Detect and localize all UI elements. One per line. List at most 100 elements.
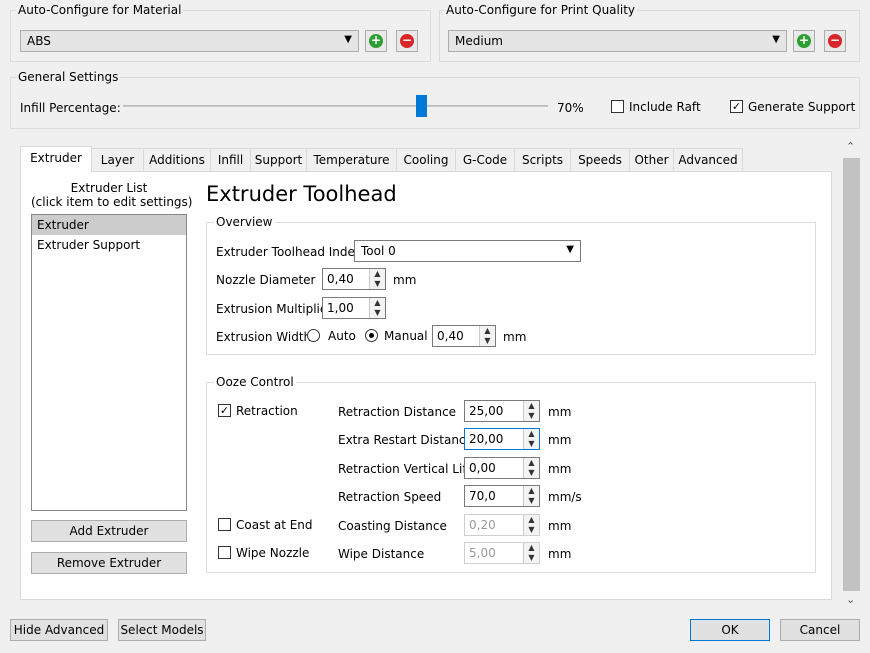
retraction-vertical-lift-unit: mm xyxy=(548,462,572,476)
coasting-distance-value: 0,20 xyxy=(469,518,496,532)
nozzle-diameter-input[interactable]: 0,40 ▲ ▼ xyxy=(322,268,386,290)
wipe-distance-unit: mm xyxy=(548,547,572,561)
infill-value: 70% xyxy=(557,101,584,115)
retraction-label[interactable]: Retraction xyxy=(236,404,298,418)
quality-combo-value: Medium xyxy=(455,34,503,48)
quality-group-title: Auto-Configure for Print Quality xyxy=(444,3,637,17)
coasting-distance-label: Coasting Distance xyxy=(338,519,447,533)
tab-cooling[interactable]: Cooling xyxy=(396,148,456,172)
extruder-list-title-line2: (click item to edit settings) xyxy=(31,195,193,209)
infill-slider-track[interactable] xyxy=(123,105,548,107)
width-manual-radio[interactable] xyxy=(365,329,378,342)
tab-support[interactable]: Support xyxy=(250,148,307,172)
tab-advanced[interactable]: Advanced xyxy=(673,148,743,172)
wipe-nozzle-label[interactable]: Wipe Nozzle xyxy=(236,546,309,560)
retraction-speed-input[interactable]: 70,0 ▲ ▼ xyxy=(464,485,540,507)
toolhead-index-label: Extruder Toolhead Index xyxy=(216,245,362,259)
select-models-button[interactable]: Select Models xyxy=(118,619,206,641)
wipe-distance-label: Wipe Distance xyxy=(338,547,425,561)
scrollbar-thumb[interactable] xyxy=(843,158,860,591)
add-material-button[interactable]: + xyxy=(365,30,387,52)
quality-combo[interactable]: Medium ▼ xyxy=(448,30,787,52)
retraction-checkbox[interactable] xyxy=(218,404,231,417)
material-combo-value: ABS xyxy=(27,34,51,48)
ok-button[interactable]: OK xyxy=(690,619,770,641)
tab-g-code[interactable]: G-Code xyxy=(455,148,515,172)
tab-infill[interactable]: Infill xyxy=(210,148,251,172)
include-raft-checkbox[interactable] xyxy=(611,100,624,113)
remove-quality-button[interactable]: − xyxy=(824,30,846,52)
retraction-speed-label: Retraction Speed xyxy=(338,490,442,504)
wipe-distance-value: 5,00 xyxy=(469,546,496,560)
extrusion-multiplier-value: 1,00 xyxy=(327,301,354,315)
width-auto-radio[interactable] xyxy=(307,329,320,342)
tab-other[interactable]: Other xyxy=(629,148,674,172)
cancel-button[interactable]: Cancel xyxy=(780,619,860,641)
chevron-down-icon[interactable]: ⌄ xyxy=(846,593,855,606)
chevron-up-icon[interactable]: ⌃ xyxy=(846,140,855,153)
spin-arrows-icon[interactable]: ▲ ▼ xyxy=(523,515,539,535)
nozzle-diameter-unit: mm xyxy=(393,273,417,287)
spin-arrows-icon[interactable]: ▲ ▼ xyxy=(523,458,539,478)
generate-support-checkbox[interactable] xyxy=(730,100,743,113)
include-raft-label[interactable]: Include Raft xyxy=(629,100,701,114)
minus-icon: − xyxy=(828,33,842,48)
extrusion-multiplier-input[interactable]: 1,00 ▲ ▼ xyxy=(322,297,386,319)
extrusion-width-value: 0,40 xyxy=(437,329,464,343)
extra-restart-distance-value: 20,00 xyxy=(469,432,504,446)
vertical-scrollbar[interactable]: ⌃ ⌄ xyxy=(843,140,860,612)
add-quality-button[interactable]: + xyxy=(793,30,815,52)
coasting-distance-input[interactable]: 0,20 ▲ ▼ xyxy=(464,514,540,536)
extrusion-width-input[interactable]: 0,40 ▲ ▼ xyxy=(432,325,496,347)
remove-material-button[interactable]: − xyxy=(396,30,418,52)
coast-at-end-checkbox[interactable] xyxy=(218,518,231,531)
nozzle-diameter-label: Nozzle Diameter xyxy=(216,273,316,287)
hide-advanced-button[interactable]: Hide Advanced xyxy=(10,619,108,641)
ooze-control-title: Ooze Control xyxy=(214,375,296,389)
infill-slider-handle[interactable] xyxy=(416,95,427,117)
extrusion-width-unit: mm xyxy=(503,330,527,344)
dropdown-arrow-icon: ▼ xyxy=(344,34,352,45)
extra-restart-distance-unit: mm xyxy=(548,433,572,447)
extra-restart-distance-input[interactable]: 20,00 ▲ ▼ xyxy=(464,428,540,450)
plus-icon: + xyxy=(369,33,383,48)
tab-temperature[interactable]: Temperature xyxy=(306,148,397,172)
remove-extruder-button[interactable]: Remove Extruder xyxy=(31,552,187,574)
retraction-distance-input[interactable]: 25,00 ▲ ▼ xyxy=(464,400,540,422)
tab-scripts[interactable]: Scripts xyxy=(514,148,571,172)
tab-speeds[interactable]: Speeds xyxy=(570,148,630,172)
add-extruder-button[interactable]: Add Extruder xyxy=(31,520,187,542)
toolhead-index-value: Tool 0 xyxy=(361,244,396,258)
material-group-title: Auto-Configure for Material xyxy=(16,3,184,17)
tab-extruder[interactable]: Extruder xyxy=(20,146,92,172)
coast-at-end-label[interactable]: Coast at End xyxy=(236,518,313,532)
width-auto-label[interactable]: Auto xyxy=(328,329,356,343)
retraction-speed-unit: mm/s xyxy=(548,490,582,504)
spin-arrows-icon[interactable]: ▲ ▼ xyxy=(369,269,385,289)
spin-arrows-icon[interactable]: ▲ ▼ xyxy=(523,486,539,506)
list-item[interactable]: Extruder Support xyxy=(32,235,186,255)
wipe-nozzle-checkbox[interactable] xyxy=(218,546,231,559)
minus-icon: − xyxy=(400,33,414,48)
spin-arrows-icon[interactable]: ▲ ▼ xyxy=(523,543,539,563)
width-manual-label[interactable]: Manual xyxy=(384,329,428,343)
material-combo[interactable]: ABS ▼ xyxy=(20,30,359,52)
tab-additions[interactable]: Additions xyxy=(143,148,211,172)
tab-layer[interactable]: Layer xyxy=(91,148,144,172)
spin-arrows-icon[interactable]: ▲ ▼ xyxy=(523,401,539,421)
spin-arrows-icon[interactable]: ▲ ▼ xyxy=(479,326,495,346)
extrusion-width-label: Extrusion Width xyxy=(216,330,312,344)
toolhead-index-combo[interactable]: Tool 0 ▼ xyxy=(354,240,581,262)
extra-restart-distance-label: Extra Restart Distance xyxy=(338,433,473,447)
dropdown-arrow-icon: ▼ xyxy=(772,34,780,45)
retraction-vertical-lift-input[interactable]: 0,00 ▲ ▼ xyxy=(464,457,540,479)
retraction-vertical-lift-value: 0,00 xyxy=(469,461,496,475)
list-item[interactable]: Extruder xyxy=(32,215,186,235)
spin-arrows-icon[interactable]: ▲ ▼ xyxy=(523,429,539,449)
spin-arrows-icon[interactable]: ▲ ▼ xyxy=(369,298,385,318)
infill-label: Infill Percentage: xyxy=(20,101,121,115)
retraction-vertical-lift-label: Retraction Vertical Lift xyxy=(338,462,472,476)
wipe-distance-input[interactable]: 5,00 ▲ ▼ xyxy=(464,542,540,564)
generate-support-label[interactable]: Generate Support xyxy=(748,100,855,114)
extruder-list[interactable]: Extruder Extruder Support xyxy=(31,214,187,511)
